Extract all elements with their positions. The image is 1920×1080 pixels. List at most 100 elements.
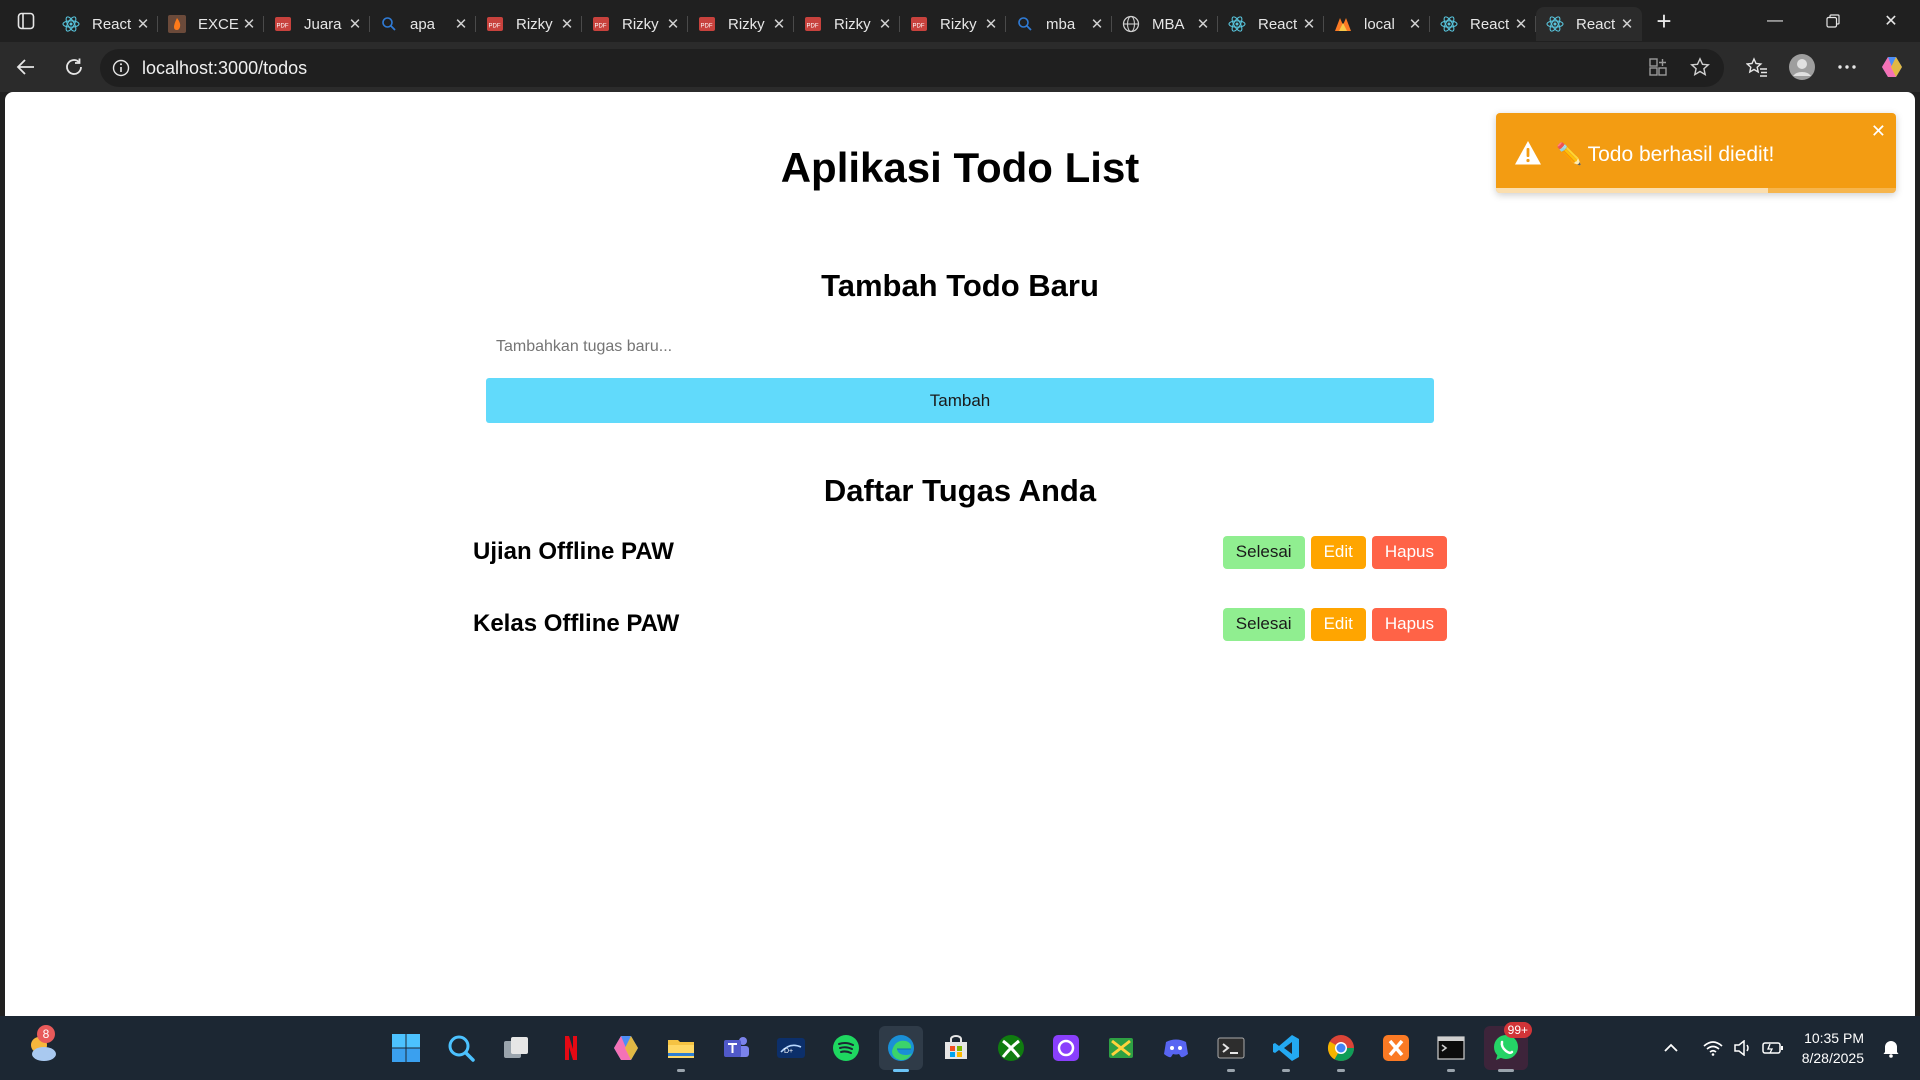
address-bar[interactable]: localhost:3000/todos	[100, 49, 1724, 87]
profile-button[interactable]	[1779, 53, 1824, 81]
close-tab-icon[interactable]: ✕	[558, 15, 576, 33]
close-tab-icon[interactable]: ✕	[1618, 15, 1636, 33]
search-icon	[380, 15, 398, 33]
toast-notification[interactable]: ✏️ Todo berhasil diedit! ✕	[1496, 113, 1896, 193]
browser-tab[interactable]: PDF Rizky ✕	[688, 7, 794, 41]
vscode-icon	[1273, 1035, 1299, 1061]
browser-tab[interactable]: React ✕	[1218, 7, 1324, 41]
browser-tab[interactable]: local ✕	[1324, 7, 1430, 41]
chrome-app[interactable]	[1319, 1026, 1363, 1072]
menu-button[interactable]	[1824, 64, 1869, 70]
browser-tab[interactable]: PDF Rizky ✕	[476, 7, 582, 41]
back-button[interactable]	[4, 49, 48, 85]
discord-app[interactable]	[1154, 1026, 1198, 1070]
close-tab-icon[interactable]: ✕	[876, 15, 894, 33]
store-icon	[945, 1035, 967, 1059]
close-tab-icon[interactable]: ✕	[1406, 15, 1424, 33]
taskbar: 8 D+ 99+ 10:35 PM 8/28/2025	[0, 1016, 1920, 1080]
running-indicator	[1498, 1069, 1514, 1072]
battery-button[interactable]	[1758, 1041, 1788, 1055]
task-view-icon	[504, 1037, 528, 1058]
close-tab-icon[interactable]: ✕	[1300, 15, 1318, 33]
url-text[interactable]: localhost:3000/todos	[142, 58, 307, 79]
spotify-app[interactable]	[824, 1026, 868, 1070]
volume-button[interactable]	[1728, 1040, 1758, 1056]
xbox-app[interactable]	[989, 1026, 1033, 1070]
browser-tab[interactable]: React ✕	[1536, 7, 1642, 41]
show-hidden-icons-button[interactable]	[1656, 1043, 1686, 1053]
running-indicator	[893, 1069, 909, 1072]
close-tab-icon[interactable]: ✕	[1512, 15, 1530, 33]
close-tab-icon[interactable]: ✕	[346, 15, 364, 33]
complete-button[interactable]: Selesai	[1222, 535, 1305, 569]
system-tray: 10:35 PM 8/28/2025	[1656, 1016, 1920, 1080]
edit-button[interactable]: Edit	[1310, 535, 1366, 569]
app-available-icon[interactable]	[1648, 57, 1668, 77]
task-view-button[interactable]	[494, 1026, 538, 1070]
favorites-button[interactable]	[1734, 56, 1779, 78]
close-tab-icon[interactable]: ✕	[770, 15, 788, 33]
copilot-button[interactable]	[1869, 54, 1914, 80]
command-prompt-app[interactable]	[1429, 1026, 1473, 1072]
close-tab-icon[interactable]: ✕	[664, 15, 682, 33]
close-tab-icon[interactable]: ✕	[452, 15, 470, 33]
favorite-star-icon[interactable]	[1690, 57, 1710, 77]
refresh-button[interactable]	[52, 49, 96, 85]
github-desktop-app[interactable]	[1044, 1026, 1088, 1070]
chrome-icon	[1327, 1035, 1355, 1062]
complete-button[interactable]: Selesai	[1222, 607, 1305, 641]
close-tab-icon[interactable]: ✕	[1194, 15, 1212, 33]
delete-button[interactable]: Hapus	[1371, 607, 1447, 641]
browser-tab[interactable]: React App✕	[52, 7, 158, 41]
browser-tab[interactable]: EXCEL✕	[158, 7, 264, 41]
browser-tab[interactable]: mba ✕	[1006, 7, 1112, 41]
browser-tab[interactable]: PDF Juara ✕	[264, 7, 370, 41]
todo-list-heading: Daftar Tugas Anda	[823, 473, 1097, 508]
delete-button[interactable]: Hapus	[1371, 535, 1447, 569]
netflix-app[interactable]	[549, 1026, 593, 1070]
close-tab-icon[interactable]: ✕	[134, 15, 152, 33]
browser-tab[interactable]: React ✕	[1430, 7, 1536, 41]
notifications-button[interactable]	[1876, 1038, 1906, 1058]
react-icon	[1546, 15, 1564, 33]
terminal-app[interactable]	[1209, 1026, 1253, 1072]
edit-button[interactable]: Edit	[1310, 607, 1366, 641]
tab-actions-button[interactable]	[0, 0, 52, 42]
add-todo-button[interactable]: Tambah	[486, 378, 1434, 423]
browser-tab[interactable]: MBA ✕	[1112, 7, 1218, 41]
teams-app[interactable]	[714, 1026, 758, 1070]
whatsapp-app[interactable]: 99+	[1484, 1022, 1532, 1072]
browser-tab[interactable]: apa ✕	[370, 7, 476, 41]
snipping-tool-app[interactable]	[1099, 1026, 1143, 1070]
search-taskbar-button[interactable]	[439, 1026, 483, 1070]
microsoft-store-app[interactable]	[934, 1026, 978, 1070]
close-tab-icon[interactable]: ✕	[982, 15, 1000, 33]
clock-date: 8/28/2025	[1801, 1050, 1864, 1066]
tab-title: Rizky	[728, 15, 765, 33]
close-tab-icon[interactable]: ✕	[240, 15, 258, 33]
close-tab-icon[interactable]: ✕	[1088, 15, 1106, 33]
network-button[interactable]	[1698, 1040, 1728, 1056]
file-explorer-app[interactable]	[659, 1026, 703, 1072]
xampp-app[interactable]	[1374, 1026, 1418, 1070]
todo-text: Ujian Offline PAW	[473, 538, 674, 565]
minimize-button[interactable]: —	[1746, 0, 1804, 42]
restore-button[interactable]	[1804, 0, 1862, 42]
close-window-button[interactable]: ✕	[1862, 0, 1920, 42]
site-info-icon[interactable]	[112, 59, 130, 77]
disney-plus-app[interactable]: D+	[769, 1026, 813, 1070]
copilot-app[interactable]	[604, 1026, 648, 1070]
start-button[interactable]	[384, 1026, 428, 1070]
clock[interactable]: 10:35 PM 8/28/2025	[1802, 1028, 1864, 1068]
browser-tab[interactable]: PDF Rizky ✕	[794, 7, 900, 41]
snipping-icon	[1109, 1038, 1133, 1058]
new-todo-input[interactable]	[486, 324, 1434, 370]
edge-app[interactable]	[879, 1026, 923, 1072]
react-icon	[1228, 15, 1246, 33]
toast-close-button[interactable]: ✕	[1871, 121, 1886, 142]
new-tab-button[interactable]: +	[1646, 4, 1682, 38]
tab-title: React	[1576, 15, 1616, 33]
browser-tab[interactable]: PDF Rizky ✕	[582, 7, 688, 41]
browser-tab[interactable]: PDF Rizky ✕	[900, 7, 1006, 41]
vscode-app[interactable]	[1264, 1026, 1308, 1072]
